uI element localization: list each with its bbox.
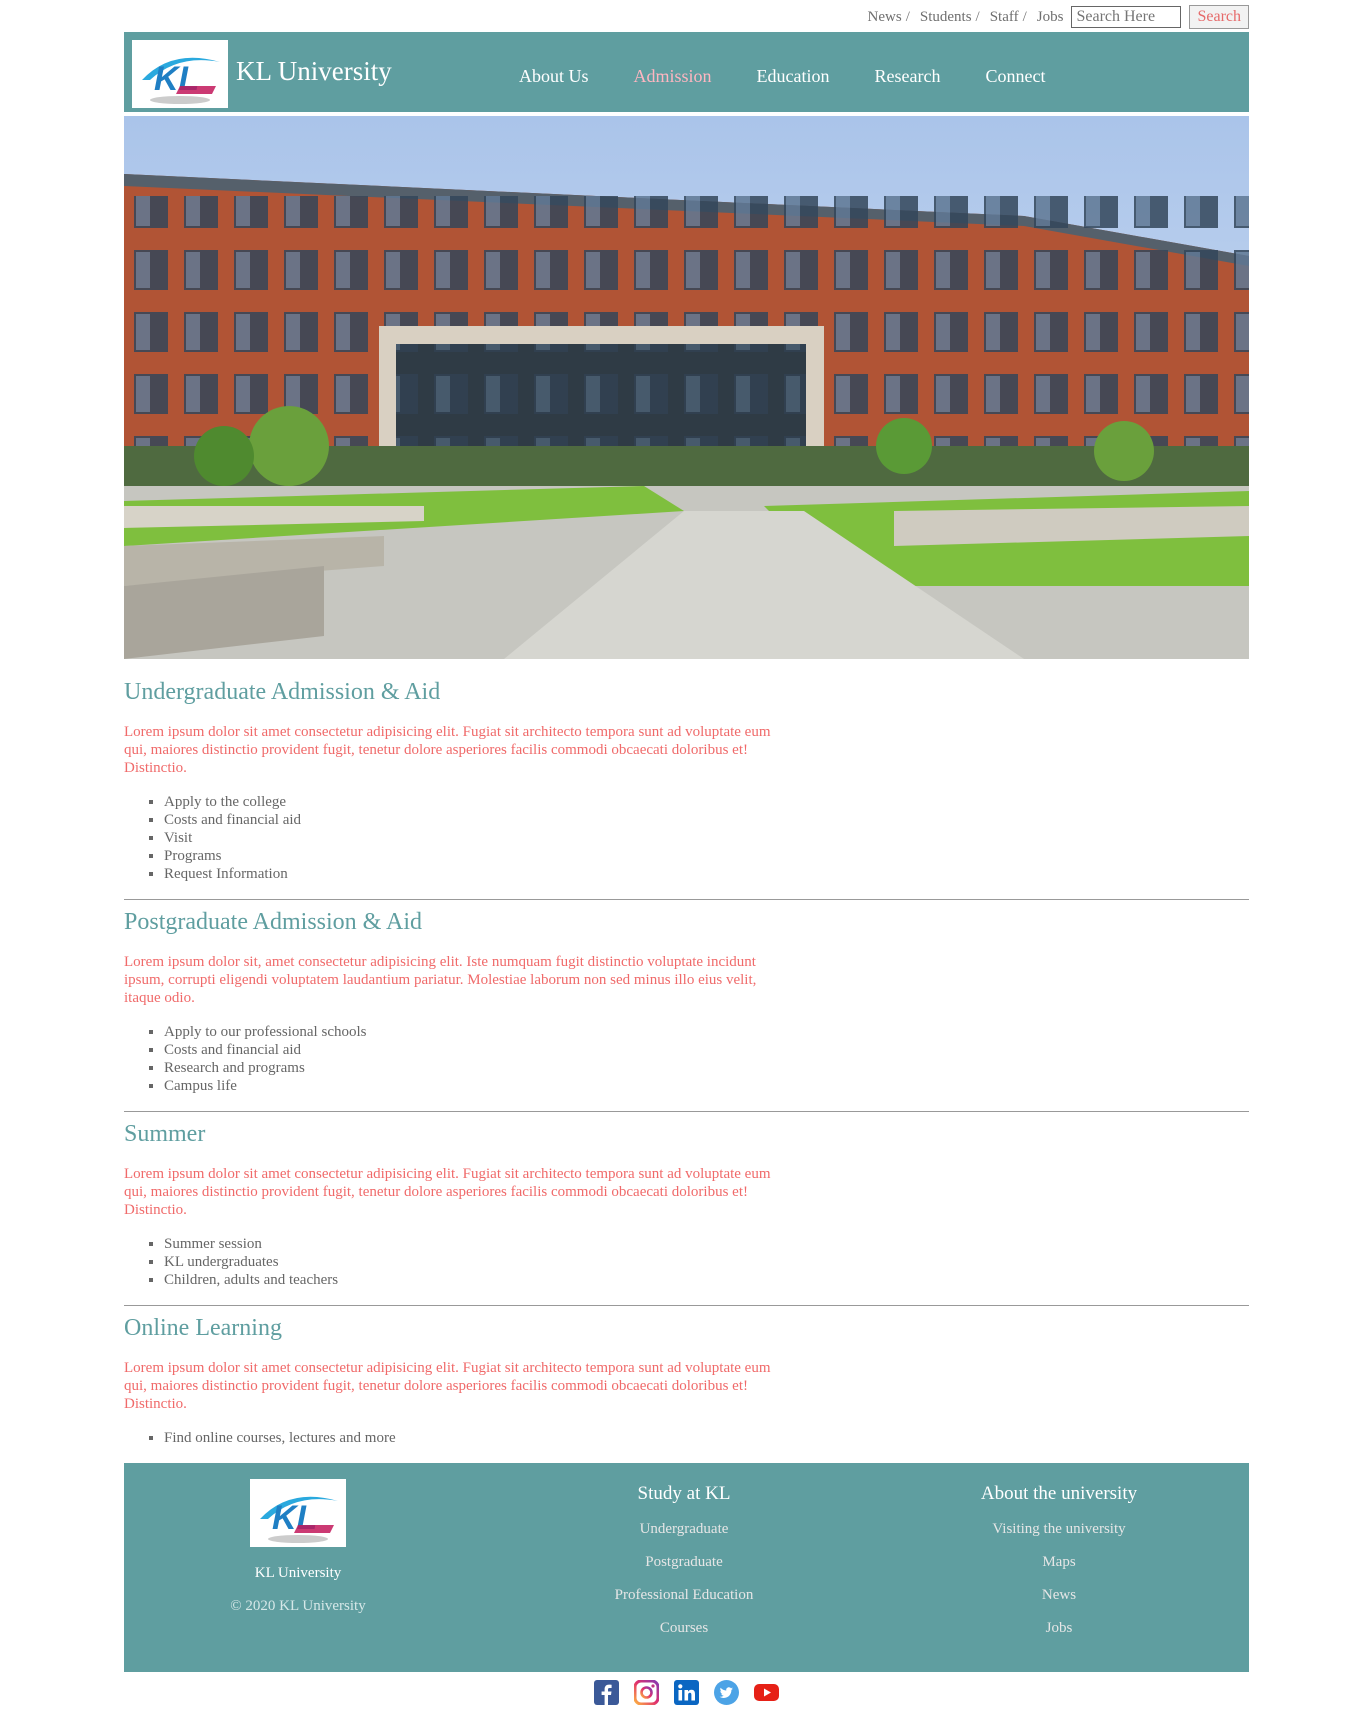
logo[interactable]: KL <box>132 40 228 108</box>
twitter-icon[interactable] <box>714 1680 739 1705</box>
footer-logo[interactable]: KL <box>250 1479 346 1547</box>
util-link-staff[interactable]: Staff <box>990 9 1019 26</box>
section-text: Lorem ipsum dolor sit amet consectetur a… <box>124 724 771 776</box>
divider <box>124 899 1249 900</box>
nav-research[interactable]: Research <box>875 66 941 87</box>
footer-link-undergraduate[interactable]: Undergraduate <box>564 1521 804 1538</box>
section-text: Lorem ipsum dolor sit amet consectetur a… <box>124 1360 771 1412</box>
footer-link-courses[interactable]: Courses <box>564 1620 804 1637</box>
section-links: Apply to the college Costs and financial… <box>124 793 1249 883</box>
list-item[interactable]: Summer session <box>164 1235 1249 1253</box>
section-text: Lorem ipsum dolor sit, amet consectetur … <box>124 954 757 1006</box>
site-footer: KL KL University © 2020 KL University St… <box>124 1463 1249 1672</box>
list-item[interactable]: Campus life <box>164 1077 1249 1095</box>
footer-link-professional-education[interactable]: Professional Education <box>564 1587 804 1604</box>
section-online-learning: Online Learning Lorem ipsum dolor sit am… <box>124 1315 1249 1447</box>
section-title: Online Learning <box>124 1315 282 1341</box>
section-links: Summer session KL undergraduates Childre… <box>124 1235 1249 1289</box>
footer-brand-column: KL University © 2020 KL University <box>200 1565 396 1615</box>
footer-link-visiting[interactable]: Visiting the university <box>939 1521 1179 1538</box>
nav-connect[interactable]: Connect <box>985 66 1045 87</box>
search-input[interactable] <box>1071 6 1182 28</box>
list-item[interactable]: Programs <box>164 847 1249 865</box>
nav-admission[interactable]: Admission <box>634 66 712 87</box>
site-header: KL KL University About Us Admission Educ… <box>124 32 1249 112</box>
linkedin-icon[interactable] <box>674 1680 699 1705</box>
search-button[interactable]: Search <box>1189 5 1249 29</box>
section-undergraduate: Undergraduate Admission & Aid Lorem ipsu… <box>124 679 1249 883</box>
footer-brand: KL University <box>254 1565 342 1581</box>
list-item[interactable]: Apply to the college <box>164 793 1249 811</box>
list-item[interactable]: KL undergraduates <box>164 1253 1249 1271</box>
util-link-jobs[interactable]: Jobs <box>1037 9 1064 26</box>
facebook-icon[interactable] <box>594 1680 619 1705</box>
section-title: Undergraduate Admission & Aid <box>124 679 441 705</box>
section-text: Lorem ipsum dolor sit amet consectetur a… <box>124 1166 771 1218</box>
section-title: Summer <box>124 1121 206 1147</box>
copyright: © 2020 KL University <box>230 1598 366 1614</box>
footer-column-title: Study at KL <box>637 1483 731 1504</box>
list-item[interactable]: Costs and financial aid <box>164 811 1249 829</box>
hero-image <box>124 116 1249 659</box>
list-item[interactable]: Find online courses, lectures and more <box>164 1429 1249 1447</box>
footer-column-study: Study at KL Undergraduate Postgraduate P… <box>564 1483 804 1637</box>
youtube-icon[interactable] <box>754 1680 779 1705</box>
footer-link-jobs[interactable]: Jobs <box>939 1620 1179 1637</box>
section-summer: Summer Lorem ipsum dolor sit amet consec… <box>124 1121 1249 1289</box>
nav-education[interactable]: Education <box>757 66 830 87</box>
section-links: Find online courses, lectures and more <box>124 1429 1249 1447</box>
divider <box>124 1111 1249 1112</box>
section-links: Apply to our professional schools Costs … <box>124 1023 1249 1095</box>
footer-link-news[interactable]: News <box>939 1587 1179 1604</box>
utility-bar: News / Students / Staff / Jobs Search <box>868 4 1249 30</box>
util-link-students[interactable]: Students <box>920 9 972 26</box>
footer-column-title: About the university <box>980 1483 1138 1504</box>
util-link-news[interactable]: News <box>868 9 902 26</box>
footer-column-about: About the university Visiting the univer… <box>939 1483 1179 1637</box>
divider <box>124 1305 1249 1306</box>
list-item[interactable]: Costs and financial aid <box>164 1041 1249 1059</box>
section-postgraduate: Postgraduate Admission & Aid Lorem ipsum… <box>124 909 1249 1095</box>
list-item[interactable]: Request Information <box>164 865 1249 883</box>
list-item[interactable]: Visit <box>164 829 1249 847</box>
list-item[interactable]: Research and programs <box>164 1059 1249 1077</box>
section-title: Postgraduate Admission & Aid <box>124 909 423 935</box>
footer-link-maps[interactable]: Maps <box>939 1554 1179 1571</box>
list-item[interactable]: Apply to our professional schools <box>164 1023 1249 1041</box>
main-nav: About Us Admission Education Research Co… <box>519 66 1090 87</box>
list-item[interactable]: Children, adults and teachers <box>164 1271 1249 1289</box>
footer-link-postgraduate[interactable]: Postgraduate <box>564 1554 804 1571</box>
instagram-icon[interactable] <box>633 1679 660 1706</box>
nav-about-us[interactable]: About Us <box>519 66 589 87</box>
brand-name[interactable]: KL University <box>236 56 392 87</box>
social-links <box>124 1679 1249 1706</box>
